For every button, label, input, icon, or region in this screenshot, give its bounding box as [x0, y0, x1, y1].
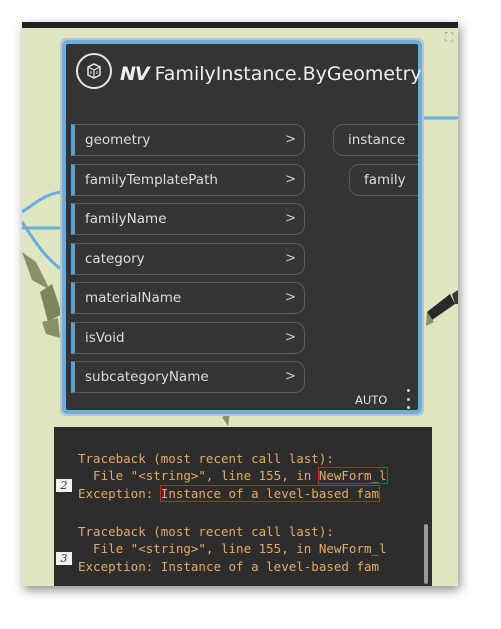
- file-line: File "<string>", line 155, in NewForm_l: [78, 467, 388, 484]
- chevron-right-icon[interactable]: >: [285, 323, 296, 353]
- traceback-line: Traceback (most recent call last):: [78, 451, 334, 466]
- output-port-label: instance: [348, 132, 406, 148]
- node-title: NV FamilyInstance.ByGeometry: [120, 60, 422, 88]
- exception-line: Exception: Instance of a level-based fam: [78, 485, 381, 502]
- family-cube-icon: [76, 53, 112, 89]
- input-port-subcategory-name[interactable]: subcategoryName >: [71, 361, 305, 393]
- node-header[interactable]: NV FamilyInstance.ByGeometry: [66, 44, 422, 104]
- file-function: NewForm_l: [318, 541, 387, 556]
- chevron-right-icon[interactable]: >: [285, 244, 296, 274]
- input-port-label: materialName: [85, 290, 182, 306]
- node-menu-icon[interactable]: [403, 389, 413, 409]
- exception-prefix: Exception:: [78, 559, 161, 574]
- traceback-line: Traceback (most recent call last):: [78, 524, 334, 539]
- dynamo-canvas[interactable]: ⛶ NV FamilyInstance.ByGeometry geometry …: [22, 22, 458, 586]
- input-port-material-name[interactable]: materialName >: [71, 282, 305, 314]
- highlighted-function: NewForm_l: [317, 467, 388, 484]
- entry-number-badge: 2: [56, 479, 72, 492]
- console-scrollbar[interactable]: [424, 524, 428, 584]
- chevron-right-icon[interactable]: >: [285, 283, 296, 313]
- dynamo-namespace-glyph: NV: [120, 63, 150, 85]
- entry-number-badge: 3: [56, 552, 72, 565]
- input-port-label: geometry: [85, 132, 151, 148]
- file-line-prefix: File "<string>", line 155, in: [78, 541, 319, 556]
- node-title-text: FamilyInstance.ByGeometry: [154, 63, 422, 85]
- input-port-label: isVoid: [85, 330, 125, 346]
- output-port-family[interactable]: family: [349, 164, 418, 196]
- input-port-category[interactable]: category >: [71, 243, 305, 275]
- input-port-family-name[interactable]: familyName >: [71, 203, 305, 235]
- file-line: File "<string>", line 155, in NewForm_l: [78, 541, 387, 556]
- chevron-right-icon[interactable]: >: [285, 362, 296, 392]
- exception-line: Exception: Instance of a level-based fam: [78, 559, 379, 574]
- family-instance-by-geometry-node[interactable]: NV FamilyInstance.ByGeometry geometry > …: [62, 40, 422, 414]
- output-port-instance[interactable]: instance: [333, 124, 418, 156]
- output-port-label: family: [364, 172, 406, 188]
- chevron-right-icon[interactable]: >: [285, 204, 296, 234]
- input-port-label: familyName: [85, 211, 167, 227]
- input-port-is-void[interactable]: isVoid >: [71, 322, 305, 354]
- input-port-label: subcategoryName: [85, 369, 209, 385]
- input-port-label: category: [85, 251, 145, 267]
- file-line-prefix: File "<string>", line 155, in: [78, 468, 319, 483]
- input-port-family-template-path[interactable]: familyTemplatePath >: [71, 164, 305, 196]
- lacing-indicator[interactable]: AUTO: [355, 393, 387, 407]
- input-port-label: familyTemplatePath: [85, 172, 218, 188]
- exception-prefix: Exception:: [78, 486, 161, 501]
- highlighted-exception: Instance of a level-based fam: [159, 485, 381, 502]
- error-console[interactable]: Traceback (most recent call last): File …: [54, 427, 432, 586]
- chevron-right-icon[interactable]: >: [285, 165, 296, 195]
- input-port-geometry[interactable]: geometry >: [71, 124, 305, 156]
- chevron-right-icon[interactable]: >: [285, 125, 296, 155]
- exception-message: Instance of a level-based fam: [160, 559, 380, 574]
